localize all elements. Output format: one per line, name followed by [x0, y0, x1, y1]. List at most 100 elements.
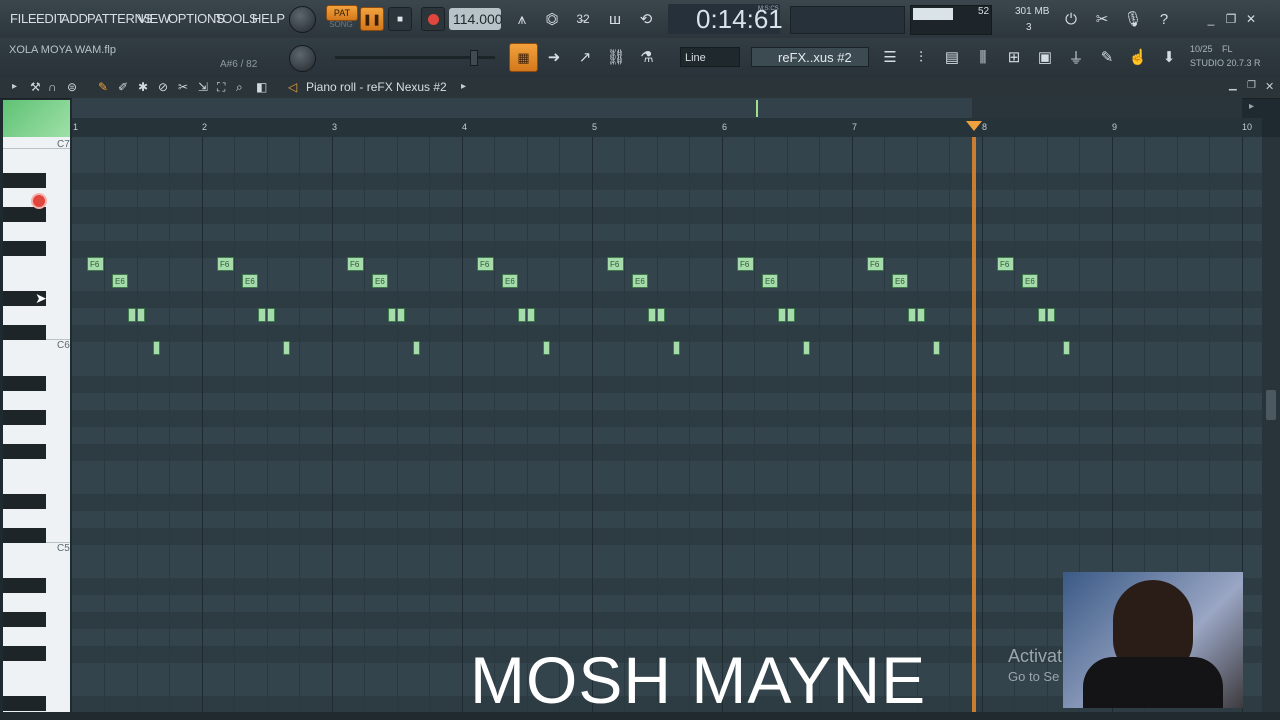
- power-icon[interactable]: ⏻: [1058, 6, 1084, 32]
- microphone-icon[interactable]: 🎙: [1120, 6, 1146, 32]
- piano-roll-window-icon[interactable]: ⫶: [908, 44, 934, 70]
- pr-close-icon[interactable]: ✕: [1265, 80, 1274, 93]
- note-low[interactable]: E6: [762, 274, 778, 288]
- channel-rack-icon[interactable]: ▤: [939, 44, 965, 70]
- master-slider-handle[interactable]: [470, 50, 478, 66]
- paint-icon[interactable]: ✐: [118, 80, 128, 94]
- note[interactable]: [933, 341, 940, 355]
- black-key[interactable]: [3, 494, 46, 509]
- note[interactable]: [1063, 341, 1070, 355]
- pattern-overview[interactable]: [72, 98, 972, 118]
- note[interactable]: [543, 341, 550, 355]
- note[interactable]: [1038, 308, 1046, 322]
- stamp-icon[interactable]: ⚗: [634, 44, 660, 70]
- note-low[interactable]: E6: [632, 274, 648, 288]
- close-icon[interactable]: ✕: [1238, 6, 1264, 32]
- download-icon[interactable]: ⬇: [1156, 44, 1182, 70]
- select-tool-icon[interactable]: ⇲: [198, 80, 208, 94]
- note[interactable]: [388, 308, 396, 322]
- note-high[interactable]: F6: [997, 257, 1014, 271]
- master-pitch-knob[interactable]: [289, 45, 316, 72]
- black-key[interactable]: [3, 612, 46, 627]
- plugin-picker-icon[interactable]: ▣: [1032, 44, 1058, 70]
- zoom-fit-icon[interactable]: ⛶: [217, 80, 225, 95]
- black-key[interactable]: [3, 376, 46, 391]
- black-key[interactable]: [3, 444, 46, 459]
- note[interactable]: [803, 341, 810, 355]
- delete-tool-icon[interactable]: ✱: [138, 80, 148, 94]
- mute-tool-icon[interactable]: ⊘: [158, 80, 168, 94]
- black-key[interactable]: [3, 325, 46, 340]
- tuner-icon[interactable]: ✎: [1094, 44, 1120, 70]
- pattern-overview-empty[interactable]: [972, 98, 1242, 118]
- song-mode-button[interactable]: SONG: [326, 20, 356, 32]
- black-key[interactable]: [3, 646, 46, 661]
- wait-record-icon[interactable]: ⏣: [539, 6, 565, 32]
- record-button[interactable]: [421, 7, 445, 31]
- note[interactable]: [267, 308, 275, 322]
- playhead-marker[interactable]: [966, 121, 982, 131]
- note-high[interactable]: F6: [217, 257, 234, 271]
- note-high[interactable]: F6: [867, 257, 884, 271]
- menu-view[interactable]: VIEW: [138, 11, 170, 26]
- note[interactable]: [397, 308, 405, 322]
- menu-icon[interactable]: ⊜: [67, 80, 77, 94]
- menu-tools[interactable]: TOOLS: [215, 11, 258, 26]
- black-key[interactable]: [3, 578, 46, 593]
- slice-tool-icon[interactable]: ✂: [178, 80, 188, 94]
- note-color-tab[interactable]: [3, 100, 70, 137]
- note[interactable]: [137, 308, 145, 322]
- loop-record-icon[interactable]: ⟲: [633, 6, 659, 32]
- menu-file[interactable]: FILE: [10, 11, 37, 26]
- scroll-right-icon[interactable]: ▸: [1249, 101, 1254, 112]
- note[interactable]: [1047, 308, 1055, 322]
- note[interactable]: [657, 308, 665, 322]
- black-key[interactable]: [3, 410, 46, 425]
- menu-add[interactable]: ADD: [61, 11, 88, 26]
- note-low[interactable]: E6: [112, 274, 128, 288]
- countdown-icon[interactable]: 3̶2: [570, 6, 596, 32]
- note-high[interactable]: F6: [477, 257, 494, 271]
- black-key[interactable]: [3, 696, 46, 711]
- note[interactable]: [128, 308, 136, 322]
- note[interactable]: [527, 308, 535, 322]
- zoom-icon[interactable]: ⌕: [236, 80, 243, 95]
- title-arrow-icon[interactable]: ▸: [461, 81, 466, 92]
- metronome-icon[interactable]: ⩚: [509, 6, 535, 32]
- note-low[interactable]: E6: [502, 274, 518, 288]
- playback-tool-icon[interactable]: ◧: [256, 80, 267, 94]
- piano-keyboard[interactable]: C7 C6 C5 ➤: [3, 137, 70, 713]
- magnet-icon[interactable]: ∩: [48, 80, 57, 94]
- pause-button[interactable]: ❚❚: [360, 7, 384, 31]
- step-edit-icon[interactable]: ш: [602, 6, 628, 32]
- note-low[interactable]: E6: [242, 274, 258, 288]
- cut-icon[interactable]: ✂: [1089, 6, 1115, 32]
- note[interactable]: [908, 308, 916, 322]
- black-key[interactable]: [3, 528, 46, 543]
- note-high[interactable]: F6: [607, 257, 624, 271]
- pencil-icon[interactable]: ✎: [98, 80, 108, 94]
- help-icon[interactable]: ?: [1151, 6, 1177, 32]
- note[interactable]: [917, 308, 925, 322]
- touch-icon[interactable]: ☝: [1125, 44, 1151, 70]
- browser-icon[interactable]: ⊞: [1001, 44, 1027, 70]
- pr-minimize-icon[interactable]: ▁: [1229, 80, 1237, 91]
- link-icon[interactable]: ⛓: [603, 44, 629, 70]
- timeline-ruler[interactable]: [72, 118, 1262, 138]
- black-key[interactable]: [3, 241, 46, 256]
- mixer-icon[interactable]: ⫼: [970, 44, 996, 70]
- note-low[interactable]: E6: [892, 274, 908, 288]
- tools-wrench-icon[interactable]: ⚒: [30, 80, 41, 94]
- channel-selector[interactable]: reFX..xus #2: [751, 47, 869, 67]
- black-key[interactable]: [3, 207, 46, 222]
- menu-help[interactable]: HELP: [252, 11, 285, 26]
- note-low[interactable]: E6: [1022, 274, 1038, 288]
- note[interactable]: [153, 341, 160, 355]
- snap-select[interactable]: Line: [680, 47, 740, 67]
- note[interactable]: [258, 308, 266, 322]
- vertical-scrollbar[interactable]: [1262, 137, 1280, 713]
- speaker-icon[interactable]: ◁: [288, 80, 297, 94]
- note[interactable]: [787, 308, 795, 322]
- arrow-right-icon[interactable]: ➜: [541, 44, 567, 70]
- note-high[interactable]: F6: [87, 257, 104, 271]
